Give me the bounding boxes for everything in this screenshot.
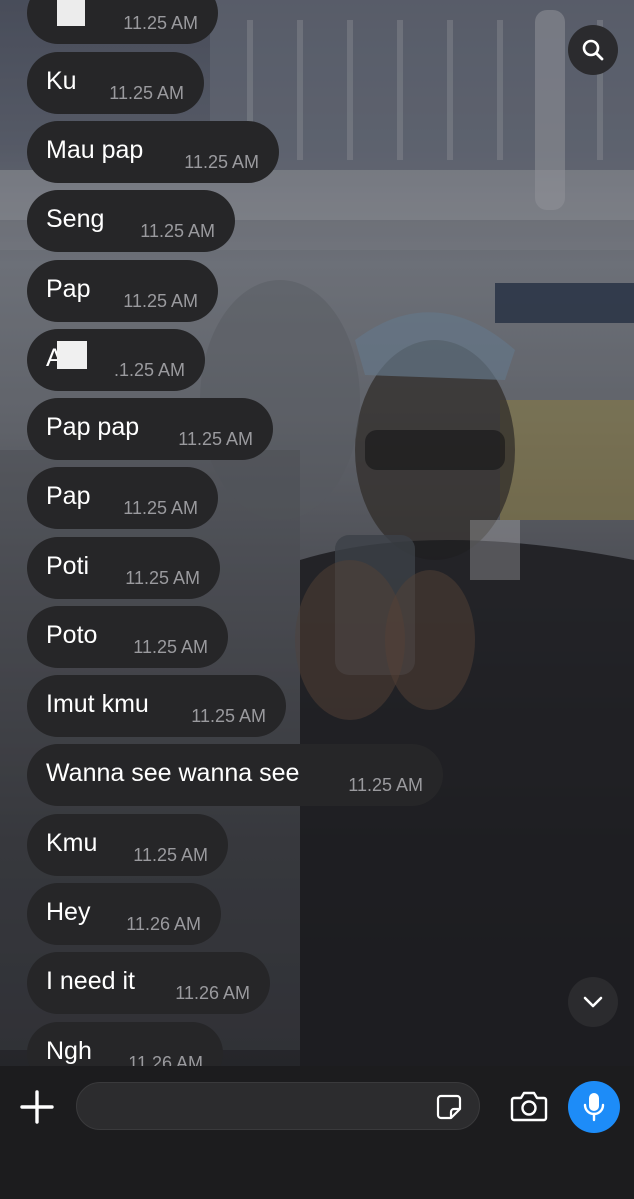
scroll-to-bottom-button[interactable] — [568, 977, 618, 1027]
camera-icon[interactable] — [510, 1090, 548, 1122]
message-bubble[interactable]: Poti 11.25 AM — [27, 537, 220, 599]
message-text: Poti — [46, 552, 90, 580]
message-text: Imut kmu — [46, 690, 149, 718]
message-text: Kmu — [46, 829, 98, 857]
message-text: Hey — [46, 898, 91, 926]
message-bubble[interactable]: Imut kmu 11.25 AM — [27, 675, 286, 737]
message-bubble[interactable]: Pap 11.25 AM — [27, 260, 218, 322]
message-timestamp: 11.25 AM — [348, 775, 423, 795]
message-bubble[interactable]: Mau pap 11.25 AM — [27, 121, 279, 183]
message-bubble[interactable]: Kmu 11.25 AM — [27, 814, 228, 876]
message-bubble[interactable]: Pap pap 11.25 AM — [27, 398, 273, 460]
message-timestamp: 11.25 AM — [191, 706, 266, 726]
message-bubble[interactable]: Seng 11.25 AM — [27, 190, 235, 252]
message-bubble[interactable]: Wanna see wanna see 11.25 AM — [27, 744, 443, 806]
message-text: I need it — [46, 967, 135, 995]
message-bubble[interactable]: Pap 11.25 AM — [27, 467, 218, 529]
redaction-block — [57, 341, 87, 369]
message-text: Poto — [46, 621, 98, 649]
message-timestamp: 11.25 AM — [109, 83, 184, 103]
message-bubble[interactable]: Hey 11.26 AM — [27, 883, 221, 945]
message-timestamp: 11.25 AM — [125, 568, 200, 588]
message-bubble[interactable]: 11.25 AM — [27, 0, 218, 44]
message-bubble[interactable]: Ngh 11.26 AM — [27, 1022, 223, 1066]
message-text: Pap — [46, 482, 91, 510]
message-timestamp: 11.25 AM — [178, 429, 253, 449]
search-icon — [582, 39, 604, 61]
voice-message-button[interactable] — [568, 1081, 620, 1133]
message-timestamp: 11.26 AM — [126, 914, 201, 934]
plus-icon[interactable] — [20, 1090, 54, 1124]
message-text: Ngh — [46, 1037, 92, 1065]
message-bubble[interactable]: A .1.25 AM — [27, 329, 205, 391]
message-text: Mau pap — [46, 136, 144, 164]
message-text: Wanna see wanna see — [46, 759, 300, 787]
message-text: Seng — [46, 205, 105, 233]
message-timestamp: 11.25 AM — [123, 291, 198, 311]
microphone-icon — [583, 1093, 605, 1122]
message-timestamp: 11.25 AM — [123, 13, 198, 33]
message-text: Ku — [46, 67, 77, 95]
message-bubble[interactable]: Ku 11.25 AM — [27, 52, 204, 114]
search-button[interactable] — [568, 25, 618, 75]
message-list[interactable]: 11.25 AM Ku 11.25 AM Mau pap 11.25 AM Seng 11.… — [0, 0, 634, 1066]
message-timestamp: 11.25 AM — [133, 845, 208, 865]
message-timestamp: 11.26 AM — [175, 983, 250, 1003]
message-timestamp: 11.26 AM — [128, 1053, 203, 1066]
chat-screen: 11.25 AM Ku 11.25 AM Mau pap 11.25 AM Seng 11.… — [0, 0, 634, 1199]
chevron-down-icon — [583, 996, 603, 1008]
message-timestamp: .1.25 AM — [113, 360, 185, 380]
message-bubble[interactable]: Poto 11.25 AM — [27, 606, 228, 668]
message-input[interactable] — [93, 1083, 427, 1131]
message-text: Pap — [46, 275, 91, 303]
message-timestamp: 11.25 AM — [133, 637, 208, 657]
redaction-block — [57, 0, 85, 26]
message-timestamp: 11.25 AM — [184, 152, 259, 172]
message-timestamp: 11.25 AM — [140, 221, 215, 241]
composer-bar — [0, 1066, 634, 1199]
message-bubble[interactable]: I need it 11.26 AM — [27, 952, 270, 1014]
sticker-icon[interactable] — [435, 1093, 463, 1121]
message-input-container[interactable] — [76, 1082, 480, 1131]
message-text: Pap pap — [46, 413, 140, 441]
message-timestamp: 11.25 AM — [123, 498, 198, 518]
